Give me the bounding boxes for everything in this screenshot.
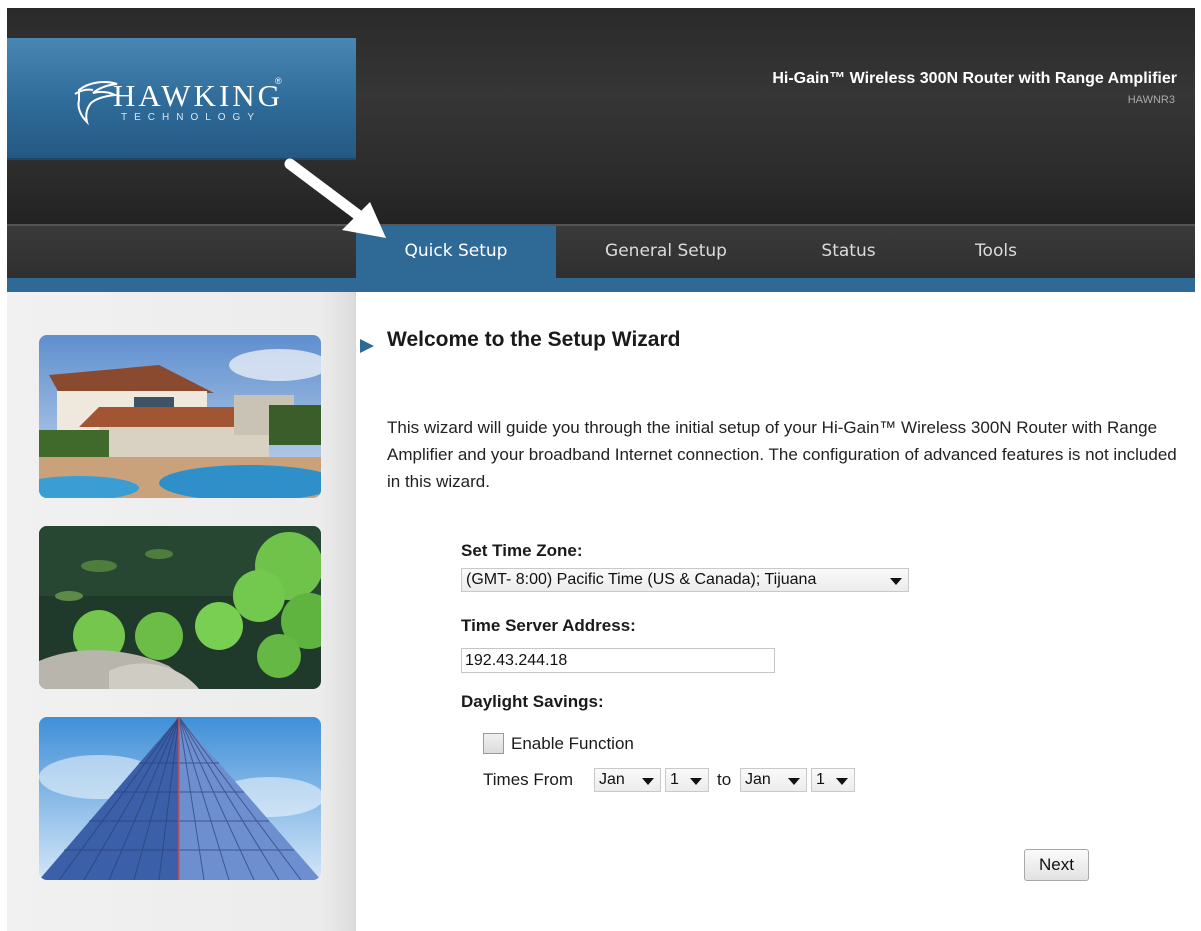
to-day-select[interactable]: 1 — [811, 768, 855, 792]
house-with-pool-photo — [39, 335, 321, 498]
tab-status[interactable]: Status — [776, 226, 921, 278]
times-from-label: Times From — [483, 770, 574, 789]
to-month-select[interactable]: Jan — [740, 768, 807, 792]
page-title: Welcome to the Setup Wizard — [387, 328, 681, 351]
from-day-value: 1 — [670, 771, 679, 788]
setup-wizard-panel: Welcome to the Setup Wizard This wizard … — [357, 292, 1195, 931]
heading-bullet-icon — [360, 339, 374, 353]
router-admin-page: HAWKING ® TECHNOLOGY Hi-Gain™ Wireless 3… — [7, 8, 1195, 931]
to-label: to — [717, 770, 732, 789]
sidebar — [7, 292, 356, 931]
glass-building-photo — [39, 717, 321, 880]
registered-mark: ® — [275, 76, 282, 86]
to-day-value: 1 — [816, 771, 825, 788]
header: HAWKING ® TECHNOLOGY Hi-Gain™ Wireless 3… — [7, 8, 1195, 226]
wizard-intro-text: This wizard will guide you through the i… — [387, 418, 1177, 491]
chevron-down-icon — [890, 578, 902, 585]
time-server-label: Time Server Address: — [461, 616, 636, 635]
chevron-down-icon — [642, 778, 654, 785]
enable-function-label: Enable Function — [511, 734, 634, 753]
to-month-value: Jan — [745, 771, 771, 788]
chevron-down-icon — [836, 778, 848, 785]
product-title: Hi-Gain™ Wireless 300N Router with Range… — [772, 70, 1177, 87]
from-day-select[interactable]: 1 — [665, 768, 709, 792]
tab-general-setup[interactable]: General Setup — [556, 226, 776, 278]
daylight-savings-label: Daylight Savings: — [461, 692, 604, 711]
logo-panel: HAWKING ® TECHNOLOGY — [7, 38, 356, 160]
lily-pond-photo — [39, 526, 321, 689]
nav-accent-bar — [7, 278, 1195, 292]
chevron-down-icon — [788, 778, 800, 785]
time-zone-label: Set Time Zone: — [461, 541, 583, 560]
hawk-icon — [74, 81, 119, 126]
pointer-arrow-icon — [284, 158, 386, 238]
logo-subtitle: TECHNOLOGY — [121, 112, 262, 123]
time-zone-select[interactable]: (GMT- 8:00) Pacific Time (US & Canada); … — [461, 568, 909, 592]
enable-function-checkbox[interactable] — [483, 733, 504, 754]
logo-wordmark: HAWKING — [113, 78, 284, 113]
tab-tools[interactable]: Tools — [921, 226, 1071, 278]
time-server-input[interactable]: 192.43.244.18 — [461, 648, 775, 673]
from-month-select[interactable]: Jan — [594, 768, 661, 792]
hawking-logo[interactable]: HAWKING ® TECHNOLOGY — [71, 76, 291, 130]
next-button[interactable]: Next — [1024, 849, 1089, 881]
chevron-down-icon — [690, 778, 702, 785]
product-model: HAWNR3 — [1127, 94, 1175, 106]
time-zone-value: (GMT- 8:00) Pacific Time (US & Canada); … — [466, 571, 817, 588]
from-month-value: Jan — [599, 771, 625, 788]
main-nav: Quick Setup General Setup Status Tools — [7, 226, 1195, 278]
